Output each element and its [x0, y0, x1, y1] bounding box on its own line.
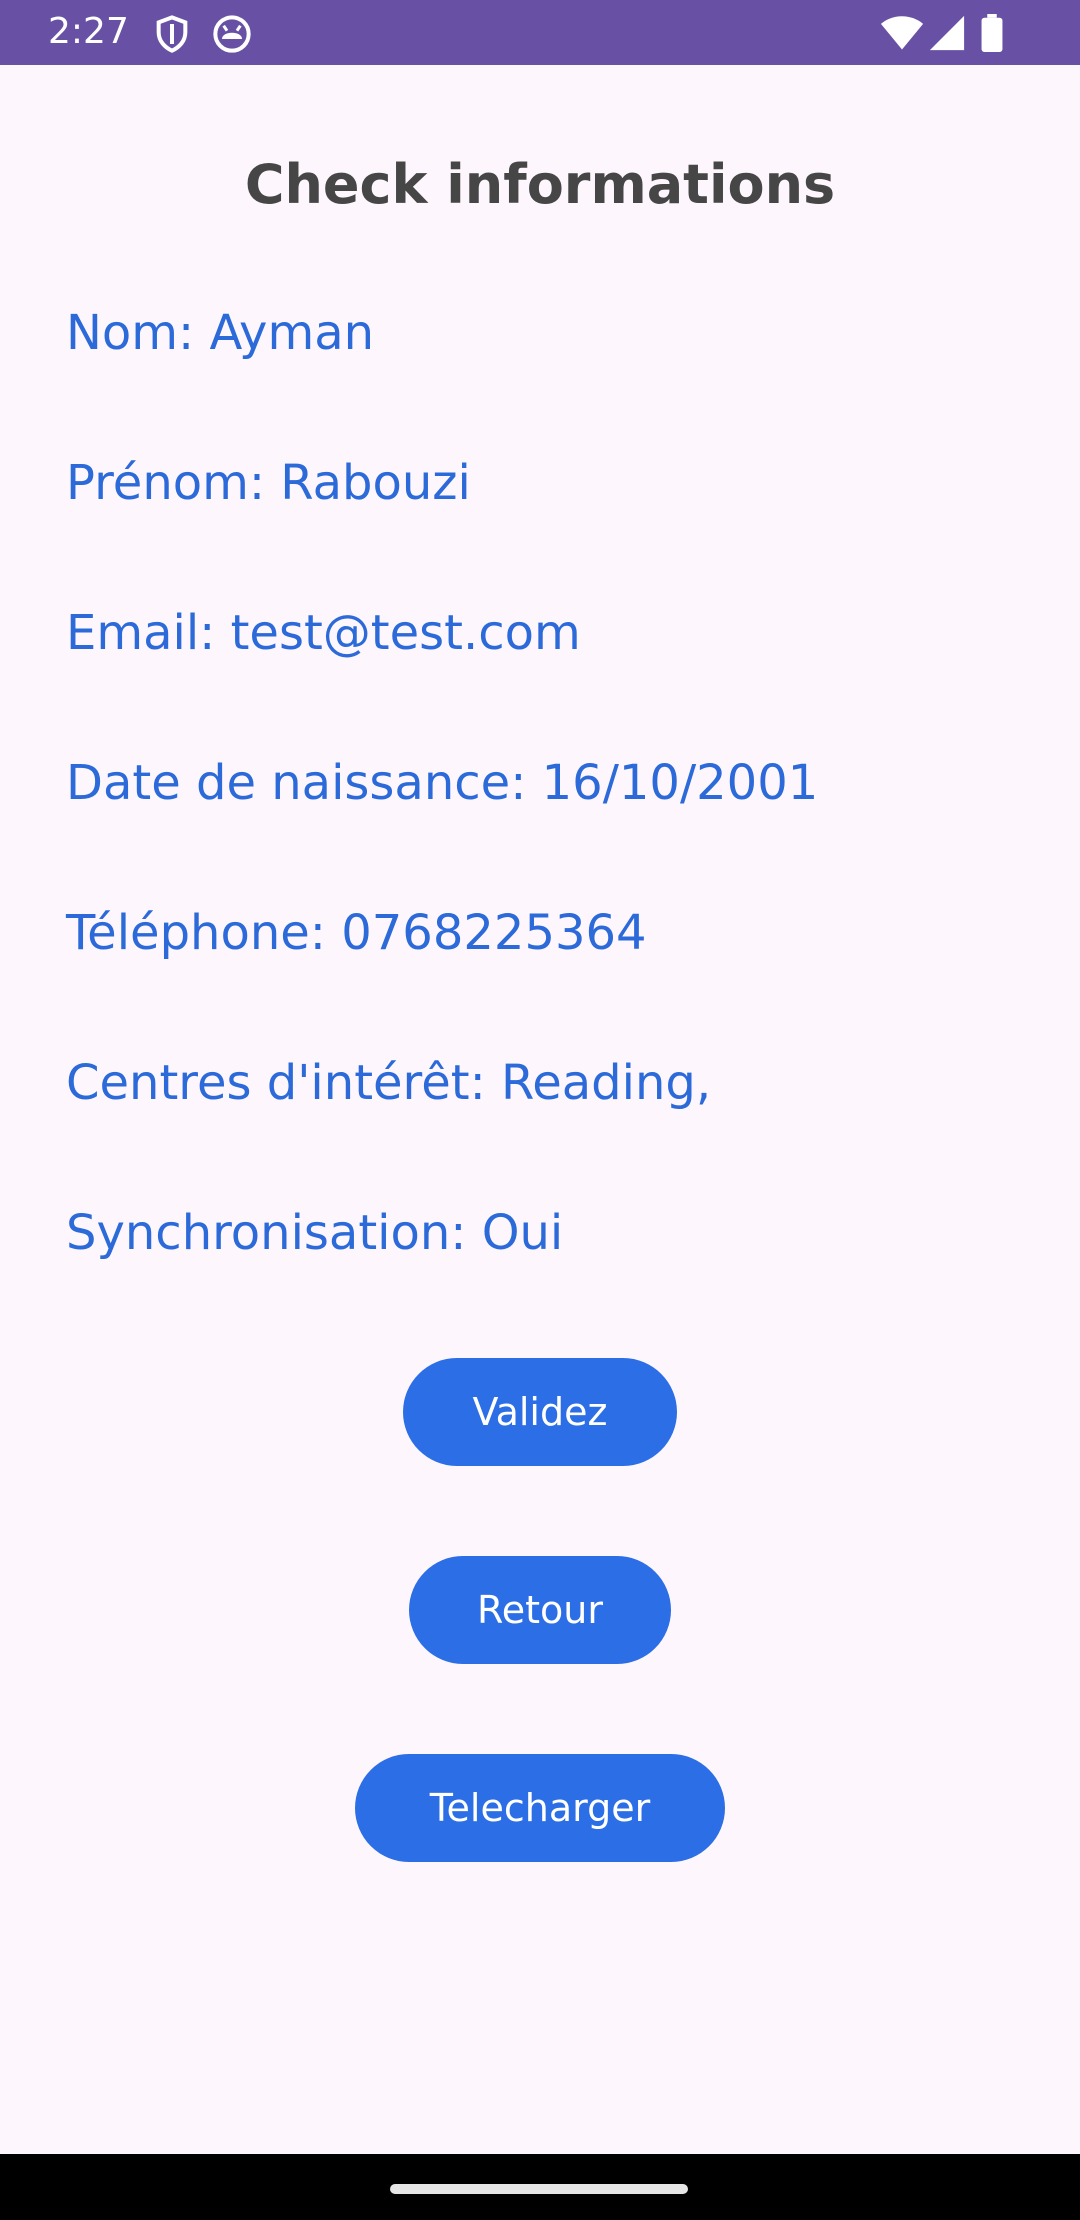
info-nom: Nom: Ayman: [66, 305, 375, 361]
info-date-de-naissance: Date de naissance: 16/10/2001: [66, 755, 819, 811]
info-centres-interet: Centres d'intérêt: Reading,: [66, 1055, 712, 1111]
status-time: 2:27: [48, 11, 129, 52]
info-list: Nom: Ayman Prénom: Rabouzi Email: test@t…: [66, 296, 1046, 1346]
cell-signal-icon: [928, 14, 966, 52]
validate-button[interactable]: Validez: [403, 1358, 677, 1466]
download-button[interactable]: Telecharger: [355, 1754, 725, 1862]
info-prenom: Prénom: Rabouzi: [66, 455, 471, 511]
status-bar: 2:27: [0, 0, 1080, 65]
back-button[interactable]: Retour: [409, 1556, 671, 1664]
shield-icon: [152, 14, 192, 54]
page-title: Check informations: [244, 153, 836, 216]
info-email: Email: test@test.com: [66, 605, 581, 661]
home-indicator[interactable]: [390, 2184, 688, 2194]
android-head-icon: [212, 14, 252, 54]
battery-icon: [980, 14, 1004, 52]
info-synchronisation: Synchronisation: Oui: [66, 1205, 564, 1261]
wifi-icon: [880, 14, 924, 52]
info-telephone: Téléphone: 0768225364: [66, 905, 647, 961]
